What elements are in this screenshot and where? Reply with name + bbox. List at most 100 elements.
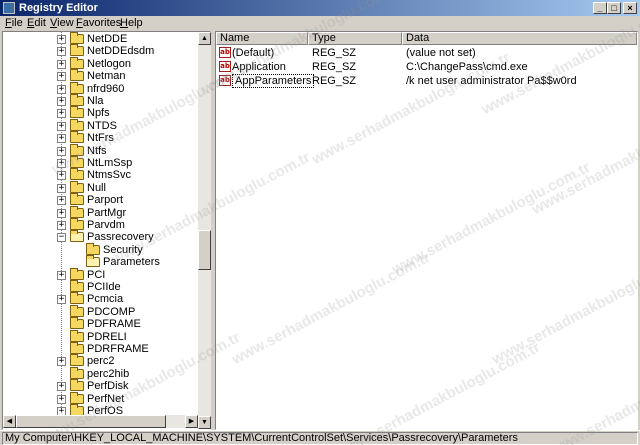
tree-node[interactable]: + Pcmcia	[3, 292, 198, 305]
scroll-down-arrow-icon[interactable]: ▼	[198, 416, 211, 429]
tree-node[interactable]: + Parport	[3, 193, 198, 206]
expand-plus-icon[interactable]: +	[57, 97, 66, 106]
registry-key-tree[interactable]: + NetDDE + NetDDEdsdm + Netlogon + Netman + nfrd9…	[2, 31, 211, 430]
string-value-icon: ab	[219, 47, 231, 58]
tree-node[interactable]: + PartMgr	[3, 205, 198, 219]
tree-node[interactable]: PDRELI	[3, 329, 198, 343]
tree-horizontal-scroll-thumb[interactable]	[16, 415, 166, 428]
tree-node[interactable]: PDCOMP	[3, 304, 198, 318]
menu-bar: File Edit View Favorites Help	[0, 16, 640, 30]
value-type: REG_SZ	[312, 47, 357, 59]
tree-node[interactable]: perc2hib	[3, 366, 198, 380]
column-header-name[interactable]: Name	[216, 32, 308, 45]
tree-node[interactable]: + Netlogon	[3, 56, 198, 70]
tree-node-label: Npfs	[87, 107, 110, 120]
expand-plus-icon[interactable]: +	[57, 208, 66, 218]
folder-icon	[70, 56, 84, 69]
tree-node-label: NtLmSsp	[87, 157, 133, 169]
list-row[interactable]: ab AppParameters REG_SZ/k net user adminis…	[216, 74, 636, 88]
value-data: /k net user administrator Pa$$w0rd	[406, 75, 577, 87]
tree-node-label: NtmsSvc	[87, 169, 131, 182]
expand-plus-icon[interactable]: +	[57, 394, 66, 404]
scroll-right-arrow-icon[interactable]: ▶	[185, 415, 198, 428]
column-header-type[interactable]: Type	[308, 32, 402, 45]
folder-icon	[70, 342, 84, 354]
tree-node[interactable]: + Npfs	[3, 106, 198, 120]
tree-node[interactable]: + NetDDEdsdm	[3, 44, 198, 57]
folder-icon	[70, 205, 84, 218]
tree-vertical-scrollbar[interactable]: ▲ ▼	[198, 32, 211, 429]
tree-node[interactable]: + NtFrs	[3, 131, 198, 144]
expand-plus-icon[interactable]: +	[57, 59, 66, 69]
menu-favorites[interactable]: Favorites	[76, 17, 121, 29]
registry-values-list[interactable]: Name Type Data ab (Default) REG_SZ (value n…	[215, 31, 638, 430]
tree-node[interactable]: + NtLmSsp	[3, 156, 198, 169]
tree-node[interactable]: + nfrd960	[3, 81, 198, 95]
tree-node[interactable]: + NetDDE	[3, 32, 198, 45]
value-name: (Default)	[232, 47, 275, 59]
menu-view[interactable]: View	[50, 17, 74, 29]
expand-plus-icon[interactable]: +	[57, 159, 66, 168]
title-bar[interactable]: Registry Editor _ □ ×	[0, 0, 640, 16]
menu-file[interactable]: File	[5, 17, 23, 29]
tree-node[interactable]: − Passrecovery	[3, 230, 198, 244]
folder-icon	[70, 391, 84, 404]
tree-node[interactable]: + Nla	[3, 94, 198, 107]
tree-node[interactable]: + perc2	[3, 354, 198, 368]
tree-node-label: Passrecovery	[87, 231, 154, 244]
tree-node-label: Parameters	[103, 256, 160, 269]
collapse-minus-icon[interactable]: −	[57, 233, 66, 243]
tree-node[interactable]: + Ntfs	[3, 143, 198, 157]
expand-plus-icon[interactable]: +	[57, 183, 66, 193]
menu-help[interactable]: Help	[120, 17, 143, 29]
tree-node[interactable]: + PerfDisk	[3, 379, 198, 392]
expand-plus-icon[interactable]: +	[57, 84, 66, 94]
maximize-button[interactable]: □	[607, 2, 621, 14]
tree-node[interactable]: + NTDS	[3, 118, 198, 132]
close-button[interactable]: ×	[623, 2, 637, 14]
minimize-button[interactable]: _	[593, 2, 607, 14]
expand-plus-icon[interactable]: +	[57, 196, 66, 206]
tree-node[interactable]: Security	[3, 242, 198, 256]
tree-node[interactable]: + NtmsSvc	[3, 168, 198, 182]
expand-plus-icon[interactable]: +	[57, 109, 66, 119]
tree-node[interactable]: + Parvdm	[3, 218, 198, 231]
expand-plus-icon[interactable]: +	[57, 221, 66, 230]
expand-plus-icon[interactable]: +	[57, 146, 66, 156]
tree-node[interactable]: + PCI	[3, 267, 198, 281]
folder-icon	[70, 304, 84, 317]
expand-plus-icon[interactable]: +	[57, 72, 66, 82]
tree-vertical-scroll-thumb[interactable]	[198, 230, 211, 270]
expand-plus-icon[interactable]: +	[57, 382, 66, 392]
expand-plus-icon[interactable]: +	[57, 295, 66, 305]
expand-plus-icon[interactable]: +	[57, 270, 66, 280]
expand-plus-icon[interactable]: +	[57, 35, 66, 44]
tree-horizontal-scrollbar[interactable]: ◀ ▶	[3, 415, 198, 428]
string-value-icon: ab	[219, 75, 231, 86]
tree-node[interactable]: PDRFRAME	[3, 342, 198, 355]
scroll-up-arrow-icon[interactable]: ▲	[198, 32, 211, 45]
folder-icon	[70, 218, 84, 230]
tree-node[interactable]: Parameters	[3, 255, 198, 269]
value-data: (value not set)	[406, 47, 476, 59]
scroll-left-arrow-icon[interactable]: ◀	[3, 415, 16, 428]
folder-icon	[70, 131, 84, 144]
expand-plus-icon[interactable]: +	[57, 134, 66, 144]
menu-edit[interactable]: Edit	[27, 17, 46, 29]
tree-node[interactable]: + Netman	[3, 69, 198, 82]
folder-icon	[70, 317, 84, 330]
list-row[interactable]: ab Application REG_SZ C:\ChangePass\cmd.exe	[216, 60, 636, 74]
tree-node[interactable]: + Null	[3, 180, 198, 194]
tree-node[interactable]: + PerfNet	[3, 391, 198, 405]
tree-node[interactable]: PDFRAME	[3, 317, 198, 330]
tree-node[interactable]: PCIIde	[3, 280, 198, 293]
list-row[interactable]: ab (Default) REG_SZ (value not set)	[216, 46, 636, 60]
expand-plus-icon[interactable]: +	[57, 47, 66, 57]
column-header-data[interactable]: Data	[402, 32, 637, 45]
expand-plus-icon[interactable]: +	[57, 357, 66, 367]
tree-node-label: perc2	[87, 355, 115, 368]
tree-node-label: PDRELI	[87, 330, 127, 343]
tree-node-label: Ntfs	[87, 144, 107, 157]
expand-plus-icon[interactable]: +	[57, 171, 66, 181]
expand-plus-icon[interactable]: +	[57, 121, 66, 131]
